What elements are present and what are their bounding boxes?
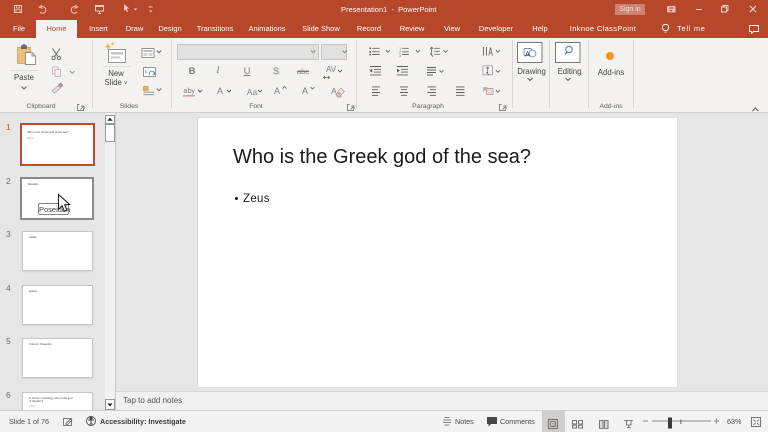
svg-text:2: 2 (552, 423, 555, 429)
svg-text:A: A (525, 50, 530, 59)
svg-text:3: 3 (399, 53, 402, 58)
